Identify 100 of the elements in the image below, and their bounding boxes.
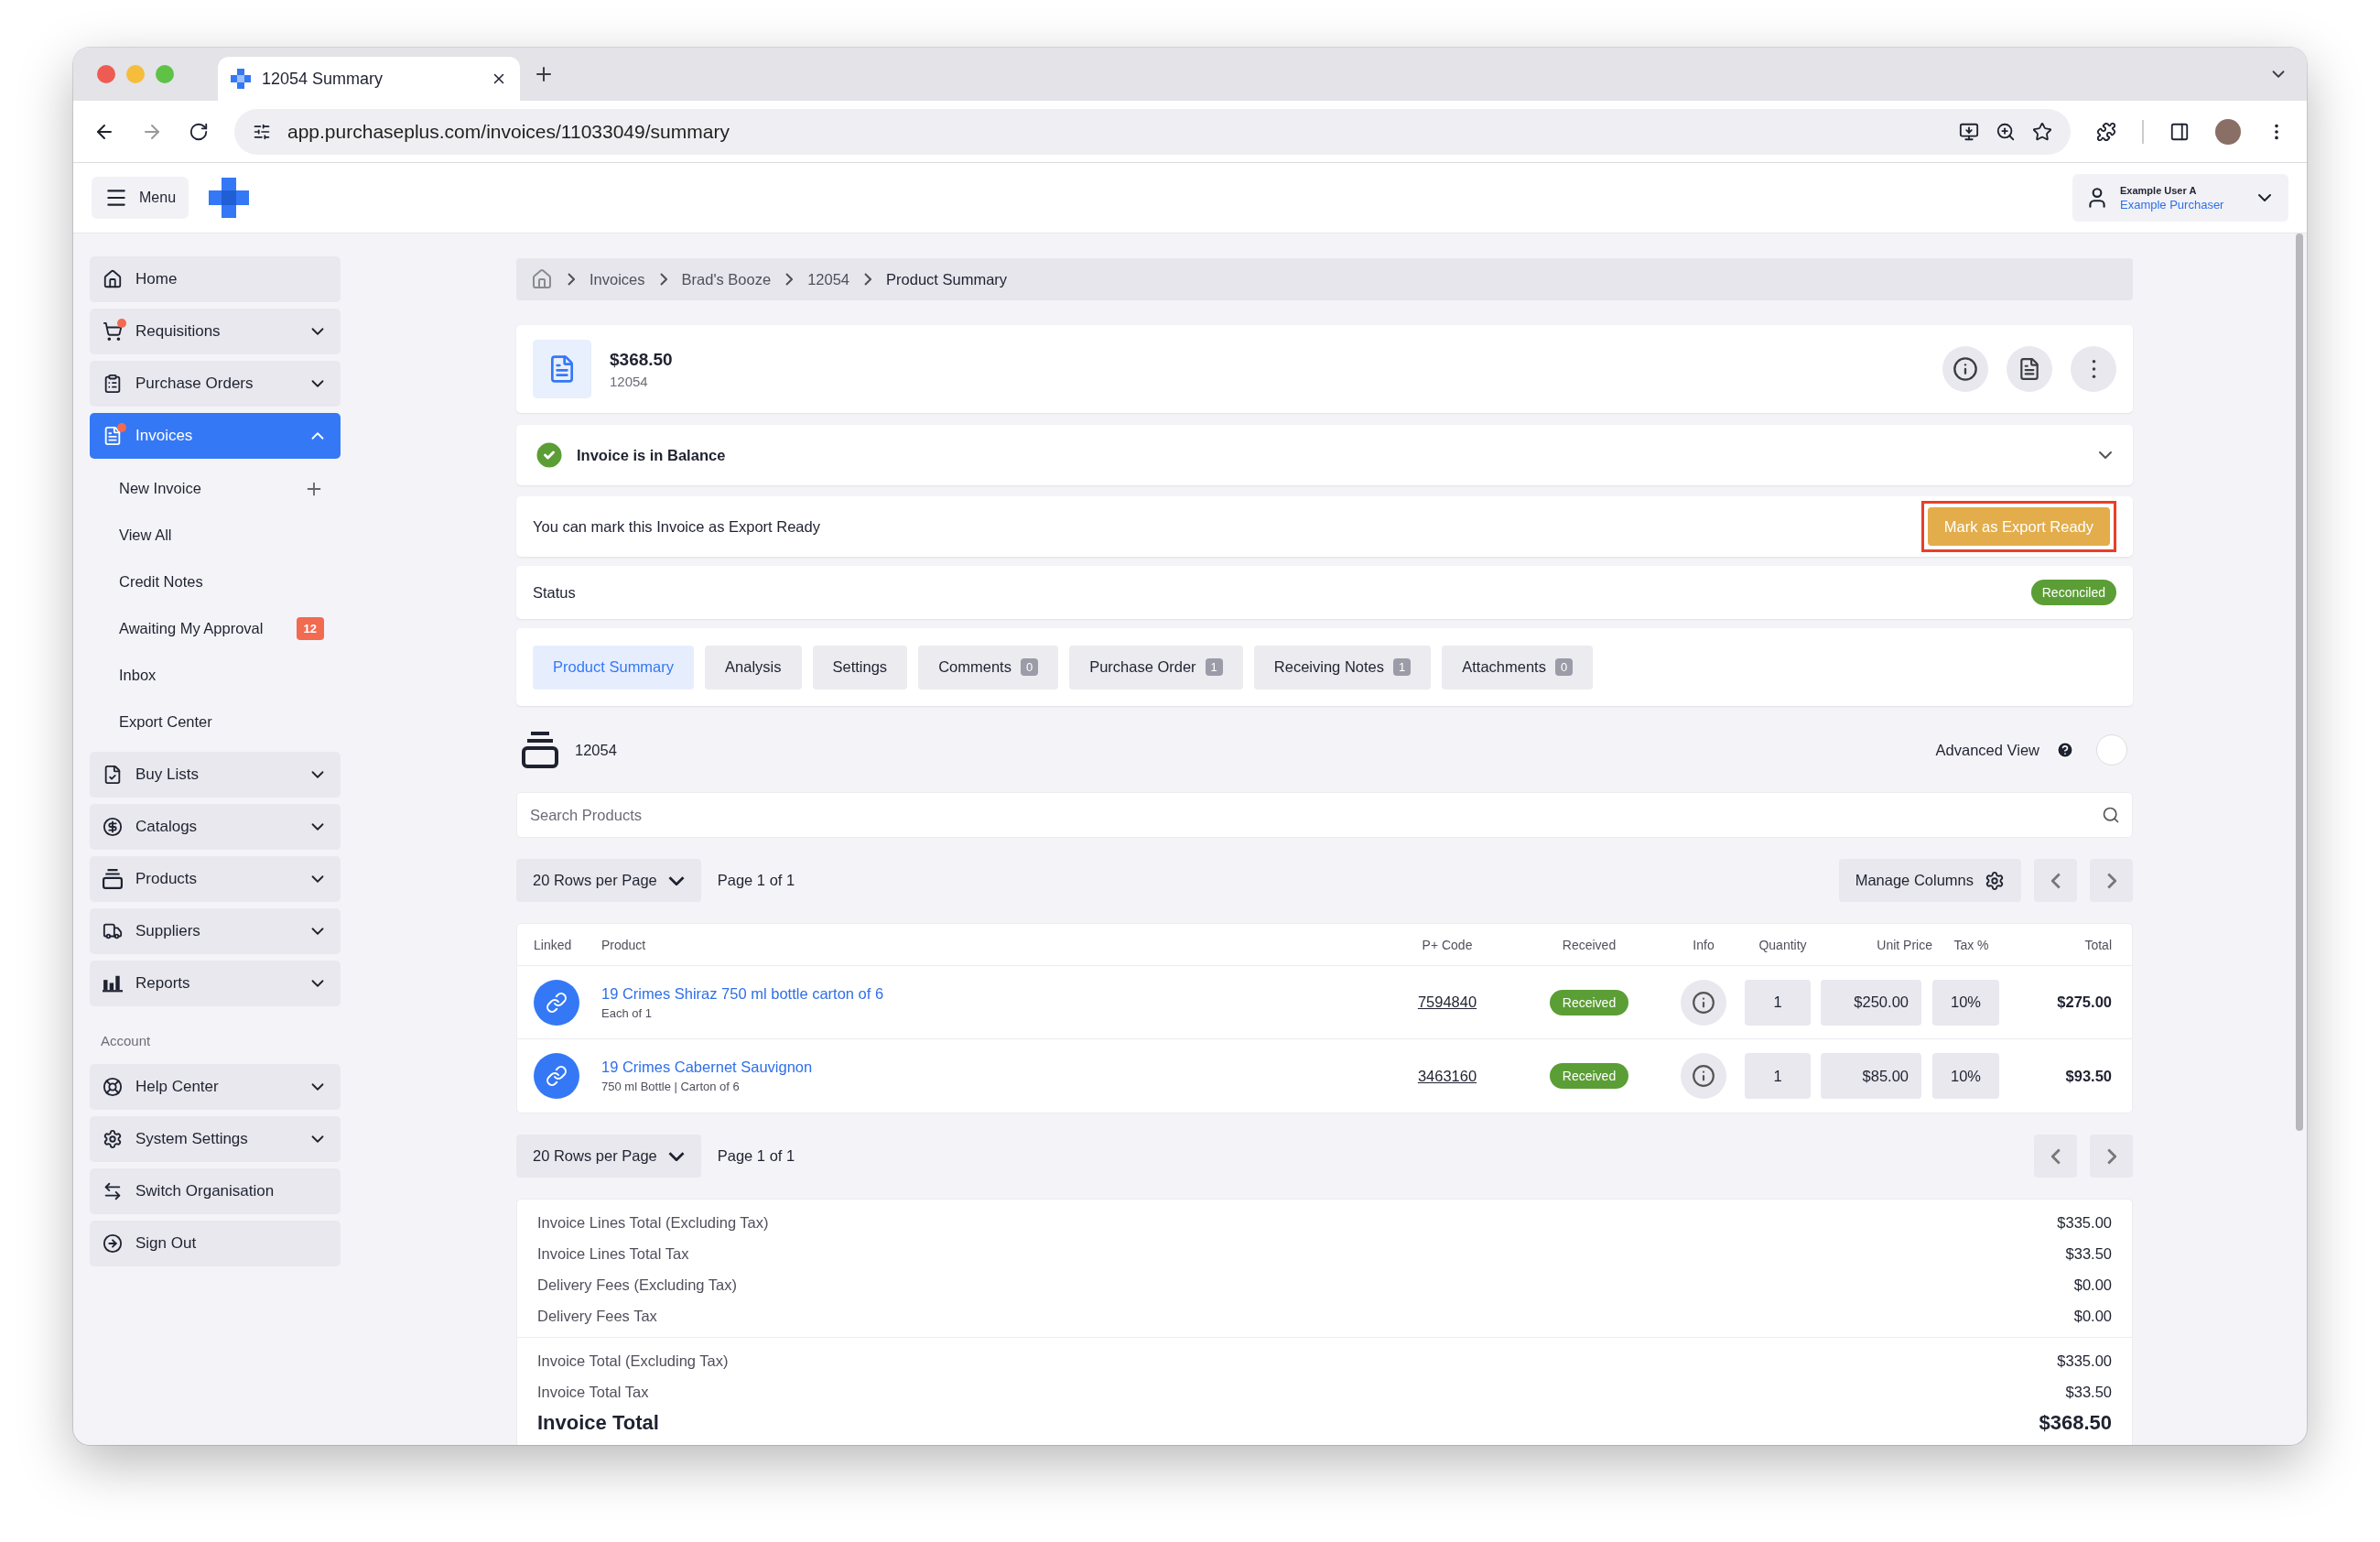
list-title: 12054: [575, 741, 618, 759]
submenu-item[interactable]: Inbox: [90, 652, 341, 699]
tax-field[interactable]: 10%: [1932, 1053, 1999, 1099]
scrollbar[interactable]: [2296, 233, 2303, 1131]
site-settings-icon[interactable]: [253, 122, 271, 141]
balance-text: Invoice is in Balance: [577, 446, 727, 464]
tab[interactable]: Attachments 0: [1442, 645, 1594, 690]
product-code[interactable]: 7594840: [1417, 994, 1477, 1011]
sidebar-item[interactable]: Buy Lists: [90, 752, 341, 798]
install-icon[interactable]: [1959, 121, 1979, 142]
quantity-field[interactable]: 1: [1745, 1053, 1811, 1099]
close-window-button[interactable]: [97, 65, 115, 83]
breadcrumb-link[interactable]: Brad's Booze: [681, 270, 772, 288]
sidebar-label: Help Center: [135, 1078, 220, 1096]
submenu-item[interactable]: Export Center: [90, 699, 341, 745]
sidebar-item[interactable]: Requisitions: [90, 309, 341, 354]
chevron-down-icon: [667, 875, 685, 885]
advanced-view-toggle[interactable]: [2096, 734, 2127, 766]
tab[interactable]: Purchase Order 1: [1069, 645, 1243, 690]
unit-price-field[interactable]: $250.00: [1821, 979, 1921, 1026]
bookmark-icon[interactable]: [2032, 121, 2052, 142]
info-button[interactable]: [1681, 979, 1726, 1026]
page-indicator: Page 1 of 1: [717, 872, 795, 889]
extensions-icon[interactable]: [2096, 121, 2116, 142]
search-field[interactable]: Search Products: [516, 792, 2133, 838]
invoice-amount: $368.50: [610, 349, 674, 370]
rows-per-page-dropdown[interactable]: 20 Rows per Page: [516, 1135, 701, 1178]
received-badge: Received: [1549, 1063, 1629, 1089]
column-header: Unit Price: [1876, 937, 1932, 952]
sidebar-item[interactable]: System Settings: [90, 1116, 341, 1162]
document-icon: [103, 426, 123, 446]
home-icon: [103, 269, 123, 289]
link-icon[interactable]: [534, 1053, 579, 1099]
status-label: Status: [533, 583, 577, 602]
cart-icon: [103, 321, 123, 342]
chevron-down-icon: [667, 1151, 685, 1161]
rows-per-page-dropdown[interactable]: 20 Rows per Page: [516, 859, 701, 902]
column-header: Quantity: [1758, 937, 1808, 952]
browser-tab[interactable]: 12054 Summary: [218, 57, 520, 101]
stack-icon: [103, 869, 123, 889]
tab[interactable]: Analysis: [705, 645, 802, 690]
sidebar-label: Purchase Orders: [135, 375, 254, 393]
sidebar-item[interactable]: Help Center: [90, 1064, 341, 1110]
reload-icon[interactable]: [189, 121, 209, 142]
document-button[interactable]: [2007, 346, 2052, 392]
sidebar-item[interactable]: Purchase Orders: [90, 361, 341, 407]
sidebar-label: System Settings: [135, 1130, 249, 1148]
submenu-item[interactable]: Awaiting My Approval 12: [90, 605, 341, 652]
chevron-left-icon: [2050, 872, 2061, 889]
total-label: Delivery Fees (Excluding Tax): [537, 1276, 737, 1294]
side-panel-icon[interactable]: [2169, 121, 2190, 142]
product-code[interactable]: 3463160: [1417, 1067, 1477, 1085]
sidebar-item[interactable]: Suppliers: [90, 908, 341, 954]
sidebar-item[interactable]: Catalogs: [90, 804, 341, 850]
sidebar-item[interactable]: Reports: [90, 961, 341, 1006]
chevron-left-icon: [2050, 1147, 2061, 1165]
sidebar-item[interactable]: Sign Out: [90, 1221, 341, 1266]
home-icon[interactable]: [531, 268, 553, 290]
sidebar-label: Catalogs: [135, 818, 199, 836]
submenu-item[interactable]: View All: [90, 512, 341, 559]
info-button[interactable]: [1942, 346, 1988, 392]
address-bar[interactable]: app.purchaseplus.com/invoices/11033049/summary: [234, 108, 2071, 155]
tab[interactable]: Settings: [812, 645, 908, 690]
export-notice: You can mark this Invoice as Export Ready: [533, 517, 821, 536]
balance-card[interactable]: Invoice is in Balance: [516, 425, 2133, 485]
total-value: $335.00: [2057, 1213, 2112, 1232]
submenu-item[interactable]: Credit Notes: [90, 559, 341, 605]
tax-field[interactable]: 10%: [1932, 979, 1999, 1026]
sidebar-item[interactable]: Products: [90, 856, 341, 902]
profile-avatar[interactable]: [2215, 118, 2241, 145]
zoom-icon[interactable]: [1996, 121, 2016, 142]
product-link[interactable]: 19 Crimes Cabernet Sauvignon: [601, 1059, 1379, 1076]
breadcrumb-link[interactable]: 12054: [807, 270, 850, 288]
sidebar-label: Home: [135, 270, 178, 288]
sidebar-item[interactable]: Home: [90, 256, 341, 302]
page-indicator: Page 1 of 1: [717, 1147, 795, 1165]
logo-icon[interactable]: [209, 178, 250, 218]
menu-button[interactable]: Menu: [92, 177, 189, 219]
unit-price-field[interactable]: $85.00: [1821, 1053, 1921, 1099]
sidebar-label: Products: [135, 870, 199, 888]
submenu-item[interactable]: New Invoice: [90, 465, 341, 512]
sidebar-item[interactable]: Invoices: [90, 413, 341, 459]
tab[interactable]: Receiving Notes 1: [1253, 645, 1432, 690]
quantity-field[interactable]: 1: [1745, 979, 1811, 1026]
user-name: Example User A: [2120, 184, 2198, 196]
user-menu[interactable]: Example User A Example Purchaser: [2072, 174, 2288, 222]
sidebar-item[interactable]: Switch Organisation: [90, 1168, 341, 1214]
search-icon[interactable]: [2102, 806, 2120, 824]
line-total: $275.00: [2057, 994, 2112, 1011]
help-icon[interactable]: [2056, 741, 2074, 759]
submenu-label: Export Center: [119, 713, 213, 731]
tab[interactable]: Product Summary: [533, 645, 695, 690]
breadcrumb-link[interactable]: Product Summary: [886, 270, 1008, 288]
link-icon[interactable]: [534, 979, 579, 1026]
manage-columns-button[interactable]: Manage Columns: [1838, 859, 2021, 902]
lifebuoy-icon: [103, 1077, 123, 1097]
tab[interactable]: Comments 0: [918, 645, 1059, 690]
breadcrumb-link[interactable]: Invoices: [590, 270, 645, 288]
info-button[interactable]: [1681, 1053, 1726, 1099]
product-link[interactable]: 19 Crimes Shiraz 750 ml bottle carton of 6: [601, 984, 1379, 1003]
